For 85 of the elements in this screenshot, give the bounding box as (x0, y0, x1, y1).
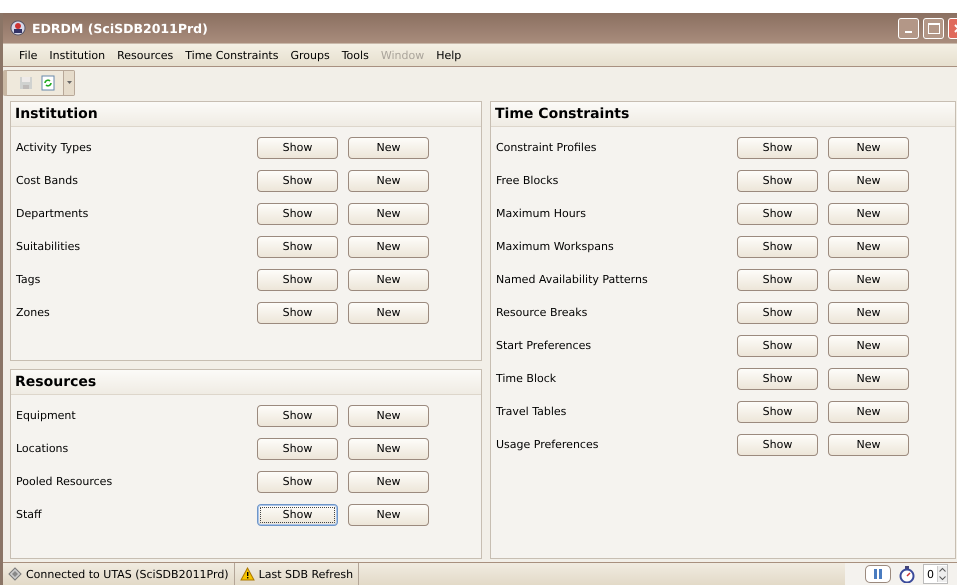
new-button[interactable]: New (348, 236, 429, 258)
section-heading: Institution (11, 102, 481, 127)
menu-item[interactable]: Tools (342, 48, 369, 62)
minimize-button[interactable] (898, 18, 919, 38)
show-button[interactable]: Show (257, 202, 338, 224)
item-label: Cost Bands (15, 174, 79, 187)
item-label: Free Blocks (495, 174, 560, 187)
new-button[interactable]: New (348, 170, 429, 192)
new-button[interactable]: New (828, 302, 909, 324)
menu-item[interactable]: File (19, 48, 38, 62)
item-label: Start Preferences (495, 339, 592, 352)
item-label: Locations (15, 442, 70, 455)
new-button[interactable]: New (348, 136, 429, 158)
counter-spinner[interactable]: 0 (923, 564, 948, 584)
pause-button[interactable] (865, 565, 891, 583)
new-button[interactable]: New (348, 404, 429, 426)
show-button[interactable]: Show (257, 470, 338, 492)
menu-item[interactable]: Institution (49, 48, 106, 62)
new-button[interactable]: New (348, 268, 429, 290)
app-icon (10, 20, 26, 36)
new-button[interactable]: New (828, 434, 909, 456)
item-label: Maximum Workspans (495, 240, 615, 253)
network-icon (8, 567, 22, 581)
new-button[interactable]: New (828, 136, 909, 158)
pause-icon (874, 569, 882, 579)
warning-icon (240, 567, 255, 581)
item-label: Constraint Profiles (495, 141, 598, 154)
new-button[interactable]: New (348, 504, 429, 526)
show-button[interactable]: Show (737, 400, 818, 422)
show-button[interactable]: Show (737, 236, 818, 258)
item-label: Pooled Resources (15, 475, 114, 488)
new-button[interactable]: New (348, 470, 429, 492)
new-button[interactable]: New (828, 334, 909, 356)
item-label: Travel Tables (495, 405, 568, 418)
show-button[interactable]: Show (257, 504, 338, 526)
item-label: Staff (15, 508, 43, 521)
show-button[interactable]: Show (257, 136, 338, 158)
window-title: EDRDM (SciSDB2011Prd) (32, 20, 208, 36)
show-button[interactable]: Show (737, 136, 818, 158)
show-button[interactable]: Show (737, 268, 818, 290)
new-button[interactable]: New (348, 202, 429, 224)
menu-item[interactable]: Groups (290, 48, 330, 62)
item-label: Tags (15, 273, 42, 286)
show-button[interactable]: Show (257, 170, 338, 192)
section-heading: Time Constraints (491, 102, 955, 127)
item-label: Equipment (15, 409, 77, 422)
show-button[interactable]: Show (737, 302, 818, 324)
new-button[interactable]: New (348, 438, 429, 460)
menu-item[interactable]: Help (436, 48, 462, 62)
show-button[interactable]: Show (257, 438, 338, 460)
maximize-button[interactable] (923, 18, 944, 38)
new-button[interactable]: New (828, 268, 909, 290)
item-label: Suitabilities (15, 240, 82, 253)
new-button[interactable]: New (828, 202, 909, 224)
new-button[interactable]: New (828, 400, 909, 422)
show-button[interactable]: Show (257, 236, 338, 258)
toolbar-dropdown-button[interactable] (63, 70, 74, 94)
stopwatch-icon (899, 566, 915, 582)
new-button[interactable]: New (828, 236, 909, 258)
show-button[interactable]: Show (737, 202, 818, 224)
show-button[interactable]: Show (257, 302, 338, 324)
refresh-document-icon[interactable] (41, 74, 55, 90)
item-label: Resource Breaks (495, 306, 588, 319)
menu-item[interactable]: Time Constraints (185, 48, 278, 62)
section-heading: Resources (11, 370, 481, 395)
item-label: Usage Preferences (495, 438, 600, 451)
show-button[interactable]: Show (257, 404, 338, 426)
show-button[interactable]: Show (737, 334, 818, 356)
new-button[interactable]: New (828, 368, 909, 390)
connection-status: Connected to UTAS (SciSDB2011Prd) (26, 568, 229, 580)
new-button[interactable]: New (348, 302, 429, 324)
show-button[interactable]: Show (737, 368, 818, 390)
caret-icon (66, 81, 72, 84)
refresh-status: Last SDB Refresh (258, 568, 354, 580)
item-label: Named Availability Patterns (495, 273, 649, 286)
item-label: Zones (15, 306, 51, 319)
item-label: Activity Types (15, 141, 93, 154)
item-label: Time Block (495, 372, 558, 385)
item-label: Departments (15, 207, 90, 220)
show-button[interactable]: Show (737, 170, 818, 192)
item-label: Maximum Hours (495, 207, 587, 220)
new-button[interactable]: New (828, 170, 909, 192)
show-button[interactable]: Show (737, 434, 818, 456)
menu-item[interactable]: Resources (117, 48, 174, 62)
show-button[interactable]: Show (257, 268, 338, 290)
